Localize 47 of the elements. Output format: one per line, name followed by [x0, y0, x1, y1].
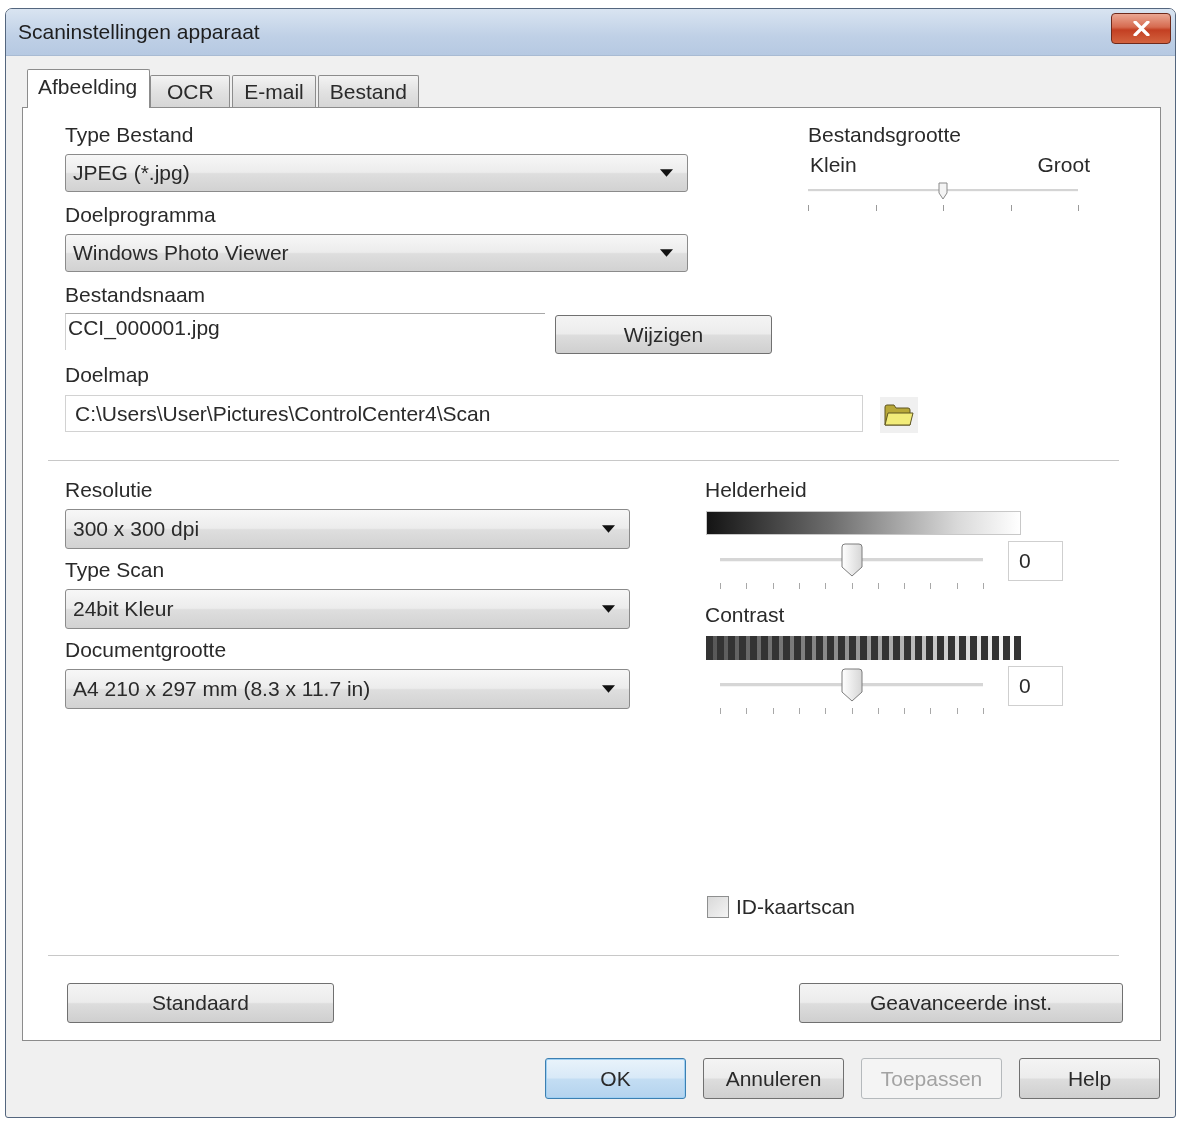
field-label: Resolutie	[65, 478, 154, 502]
change-button[interactable]: Wijzigen	[555, 315, 772, 354]
field-label: Doelmap	[65, 363, 151, 387]
caret-icon	[602, 605, 615, 613]
input-field[interactable]: CCI_000001.jpg	[65, 313, 545, 350]
caret-icon	[602, 525, 615, 533]
field-label: Documentgrootte	[65, 638, 228, 662]
value-field[interactable]: 0	[1008, 541, 1063, 581]
checkbox-label: ID-kaartscan	[736, 894, 856, 919]
field-label: Helderheid	[705, 478, 808, 502]
dropdown[interactable]: A4 210 x 297 mm (8.3 x 11.7 in)	[65, 669, 630, 709]
dropdown[interactable]: Windows Photo Viewer	[65, 234, 688, 272]
window-title: Scaninstellingen apparaat	[18, 20, 260, 44]
field-label: Bestandsnaam	[65, 283, 207, 307]
browse-folder-button[interactable]	[880, 397, 918, 433]
slider-track[interactable]	[808, 180, 1078, 214]
checkbox[interactable]	[707, 895, 729, 918]
field-label: Type Scan	[65, 558, 166, 582]
tab[interactable]: OCR	[150, 75, 231, 107]
field-label: Type Bestand	[65, 123, 195, 147]
field-label: Contrast	[705, 603, 786, 627]
value-field[interactable]: 0	[1008, 666, 1063, 706]
caret-icon	[660, 169, 673, 177]
default-settings-button[interactable]: Standaard	[67, 983, 334, 1023]
close-icon	[1132, 20, 1150, 36]
tab[interactable]: Afbeelding	[27, 69, 151, 108]
dropdown[interactable]: 300 x 300 dpi	[65, 509, 630, 549]
tab[interactable]: E-mail	[232, 75, 316, 107]
folder-icon	[884, 403, 914, 427]
slider-thumb[interactable]	[938, 182, 948, 200]
input-field[interactable]: C:\Users\User\Pictures\ControlCenter4\Scan	[65, 395, 863, 432]
dropdown[interactable]: JPEG (*.jpg)	[65, 154, 688, 192]
scale-min-label: Klein	[810, 153, 857, 177]
dropdown[interactable]: 24bit Kleur	[65, 589, 630, 629]
help-button[interactable]: Help	[1019, 1058, 1160, 1099]
caret-icon	[660, 249, 673, 257]
scale-max-label: Groot	[1037, 153, 1090, 177]
caret-icon	[602, 685, 615, 693]
slider-thumb[interactable]	[840, 543, 863, 577]
field-label: Doelprogramma	[65, 203, 217, 227]
tab[interactable]: Bestand	[317, 75, 419, 107]
ok-button[interactable]: OK	[545, 1058, 686, 1099]
cancel-button[interactable]: Annuleren	[703, 1058, 844, 1099]
slider-thumb[interactable]	[840, 668, 863, 702]
close-button[interactable]	[1111, 12, 1171, 44]
field-label: Bestandsgrootte	[808, 123, 962, 147]
advanced-settings-button[interactable]: Geavanceerde inst.	[799, 983, 1123, 1023]
